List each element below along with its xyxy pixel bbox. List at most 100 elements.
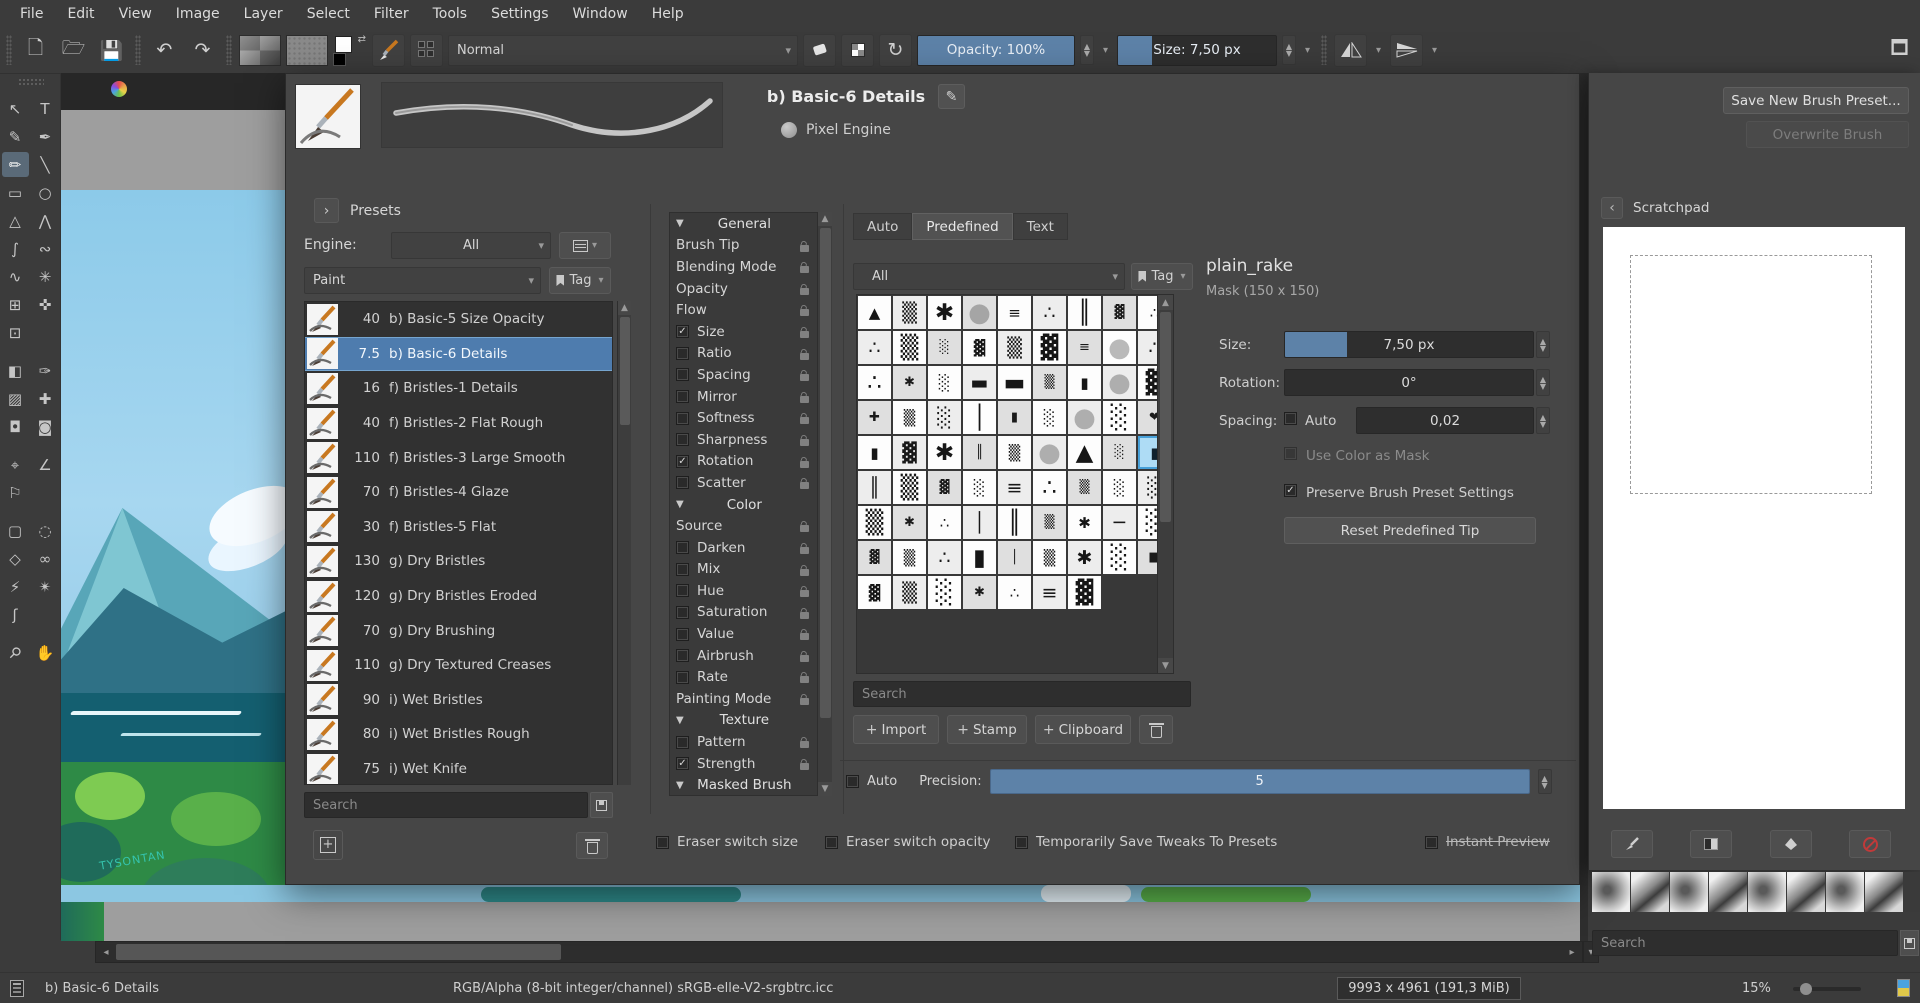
choose-workspace-button[interactable]: [410, 34, 443, 67]
option-checkbox[interactable]: [676, 628, 689, 641]
brush-tip[interactable]: ∴: [928, 506, 961, 539]
tool-line-icon[interactable]: ╲: [32, 152, 59, 177]
menu-select[interactable]: Select: [295, 3, 362, 25]
preset-item[interactable]: 130g) Dry Bristles: [305, 544, 612, 579]
checkbox[interactable]: [1015, 836, 1028, 849]
tool-bezier-select-icon[interactable]: ʃ: [2, 602, 29, 627]
brush-tip[interactable]: │: [963, 401, 996, 434]
scroll-up-icon[interactable]: ▲: [618, 301, 631, 315]
gradient-selector[interactable]: [239, 35, 281, 66]
tool-polygon-icon[interactable]: △: [2, 208, 29, 233]
tool-rectangle-icon[interactable]: ▭: [2, 180, 29, 205]
brush-tip[interactable]: │: [998, 541, 1031, 574]
preset-item[interactable]: 30f) Bristles-5 Flat: [305, 510, 612, 545]
save-new-preset-button[interactable]: Save New Brush Preset...: [1723, 87, 1909, 114]
tool-fill-icon[interactable]: ◘: [2, 414, 29, 439]
tip-spacing-spinner[interactable]: ▲▼: [1536, 407, 1550, 434]
zoom-slider-handle[interactable]: [1800, 983, 1812, 995]
preset-scroll-thumb[interactable]: [620, 317, 630, 425]
brush-tip[interactable]: ▮: [998, 401, 1031, 434]
clipboard-tip-button[interactable]: + Clipboard: [1035, 715, 1131, 744]
tip-filter-dropdown[interactable]: All ▾: [853, 263, 1125, 290]
brush-tip[interactable]: ░: [928, 366, 961, 399]
canvas-bottom-strip[interactable]: [61, 885, 1580, 902]
brush-tip[interactable]: ●: [1033, 436, 1066, 469]
brush-tip[interactable]: ▒: [1033, 506, 1066, 539]
tool-pan-icon[interactable]: ✋: [32, 640, 59, 665]
opacity-slider[interactable]: Opacity: 100%: [917, 35, 1075, 66]
precision-spinner[interactable]: ▲▼: [1538, 769, 1552, 794]
opacity-spinner[interactable]: ▲▼: [1080, 35, 1094, 65]
brush-tip[interactable]: ●: [1068, 401, 1101, 434]
brush-tip[interactable]: │: [963, 506, 996, 539]
brush-tip[interactable]: ▒: [893, 541, 926, 574]
brush-tip[interactable]: ≡: [1033, 576, 1066, 609]
reload-preset-button[interactable]: ↻: [879, 34, 912, 67]
brush-tip[interactable]: ░: [928, 331, 961, 364]
preset-search-input[interactable]: [304, 792, 588, 818]
brush-tip[interactable]: ▓: [1068, 576, 1101, 609]
brush-tip[interactable]: ✱: [928, 436, 961, 469]
toolbar-drag-handle[interactable]: [226, 35, 232, 65]
brush-tip[interactable]: ✱: [963, 576, 996, 609]
brush-tip[interactable]: ░: [928, 576, 961, 609]
option-value[interactable]: Value: [670, 623, 831, 645]
preset-item[interactable]: 120g) Dry Bristles Eroded: [305, 579, 612, 614]
toolbox-drag-handle[interactable]: [18, 78, 44, 86]
tool-transform-icon[interactable]: ⊞: [2, 292, 29, 317]
canvas-area[interactable]: TYSONTAN: [61, 73, 285, 885]
brush-tip[interactable]: ║: [998, 506, 1031, 539]
rename-preset-button[interactable]: ✎: [938, 84, 965, 109]
option-mix[interactable]: Mix: [670, 559, 831, 581]
tool-polyline-icon[interactable]: ⋀: [32, 208, 59, 233]
preset-list-scrollbar[interactable]: ▲: [617, 301, 631, 785]
tool-edit-shapes-icon[interactable]: ✎: [2, 124, 29, 149]
tool-elliptical-select-icon[interactable]: ◌: [32, 518, 59, 543]
menu-edit[interactable]: Edit: [55, 3, 106, 25]
tip-spacing-field[interactable]: 0,02: [1356, 407, 1534, 434]
scratchpad-collapse-button[interactable]: ‹: [1601, 197, 1623, 219]
brush-tip[interactable]: ▒: [998, 331, 1031, 364]
preset-search-save-button[interactable]: [590, 792, 613, 818]
tool-gradient-icon[interactable]: ◧: [2, 358, 29, 383]
reset-predefined-tip-button[interactable]: Reset Predefined Tip: [1284, 517, 1536, 544]
brush-tip[interactable]: ≡: [998, 296, 1031, 329]
menu-tools[interactable]: Tools: [421, 3, 480, 25]
option-darken[interactable]: Darken: [670, 537, 831, 559]
tab-auto[interactable]: Auto: [853, 213, 912, 240]
zoom-slider[interactable]: [1793, 987, 1861, 991]
brush-tip[interactable]: ∴: [858, 366, 891, 399]
preset-history-thumbnail[interactable]: [1592, 872, 1630, 912]
brush-preset-chooser-button[interactable]: [372, 34, 405, 67]
docker-search-save-button[interactable]: [1900, 930, 1919, 956]
option-checkbox[interactable]: ✓: [676, 455, 689, 468]
preset-history-thumbnail[interactable]: [1787, 872, 1825, 912]
tool-smart-patch-icon[interactable]: ✚: [32, 386, 59, 411]
foreground-background-colors[interactable]: ⇄: [333, 34, 367, 67]
menu-settings[interactable]: Settings: [479, 3, 560, 25]
preset-tag-button[interactable]: Tag ▾: [549, 267, 611, 294]
brush-tip[interactable]: ✱: [893, 366, 926, 399]
checkbox[interactable]: [825, 836, 838, 849]
menu-image[interactable]: Image: [164, 3, 232, 25]
scroll-left-icon[interactable]: ◂: [98, 942, 114, 962]
tool-crop-icon[interactable]: ⊡: [2, 320, 29, 345]
precision-auto-checkbox[interactable]: [846, 775, 859, 788]
option-checkbox[interactable]: [676, 671, 689, 684]
brush-tip[interactable]: ░: [1103, 401, 1136, 434]
option-blending-mode[interactable]: Blending Mode: [670, 256, 831, 278]
mirror-horizontal-button[interactable]: [1334, 34, 1367, 67]
save-document-icon[interactable]: 💾: [95, 34, 128, 67]
preset-item[interactable]: 16f) Bristles-1 Details: [305, 371, 612, 406]
horizontal-scroll-thumb[interactable]: [116, 944, 561, 960]
tool-measure-icon[interactable]: ∠: [32, 452, 59, 477]
preset-history-thumbnail[interactable]: [1748, 872, 1786, 912]
open-document-icon[interactable]: 🗁: [57, 34, 90, 67]
option-hue[interactable]: Hue: [670, 580, 831, 602]
size-options-icon[interactable]: ▾: [1301, 45, 1314, 56]
mirror-vertical-button[interactable]: [1390, 34, 1423, 67]
preset-item[interactable]: 75i) Wet Knife: [305, 752, 612, 785]
option-checkbox[interactable]: ✓: [676, 757, 689, 770]
stamp-tip-button[interactable]: + Stamp: [947, 715, 1027, 744]
tab-text[interactable]: Text: [1013, 213, 1068, 240]
